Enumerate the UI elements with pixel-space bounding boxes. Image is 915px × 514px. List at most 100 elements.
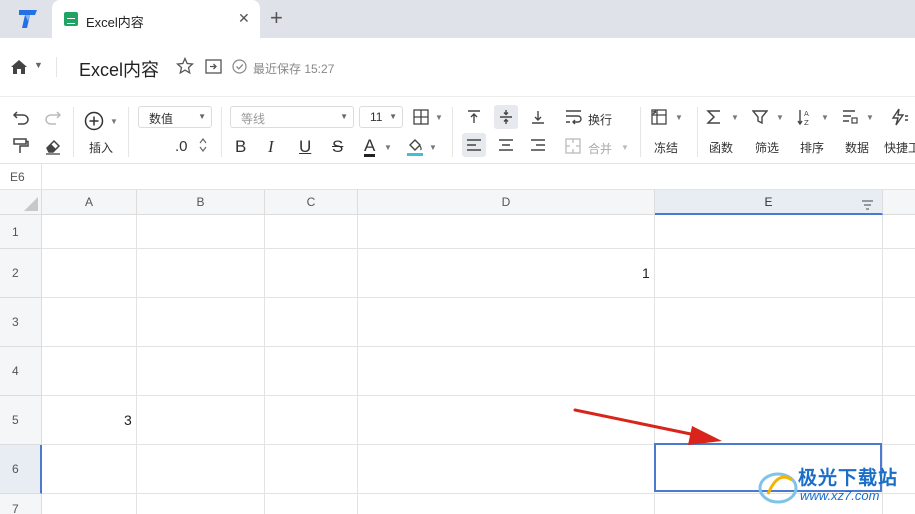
- app-logo-icon[interactable]: [16, 7, 40, 31]
- align-right-icon[interactable]: [530, 138, 546, 152]
- fill-color-chevron-icon[interactable]: ▼: [429, 143, 437, 152]
- tab-title: Excel内容: [86, 15, 144, 30]
- sort-label[interactable]: 排序: [800, 139, 824, 156]
- filter-label[interactable]: 筛选: [755, 139, 779, 156]
- divider: [128, 107, 129, 157]
- new-tab-icon[interactable]: +: [270, 6, 283, 30]
- borders-chevron-icon[interactable]: ▼: [435, 113, 443, 122]
- merge-cells-label[interactable]: 合并: [588, 140, 612, 157]
- last-saved-status: 最近保存 15:27: [253, 62, 335, 76]
- font-family-select[interactable]: 等线 ▼: [230, 106, 354, 128]
- row-header-3[interactable]: 3: [0, 298, 42, 347]
- font-color-chevron-icon[interactable]: ▼: [384, 143, 392, 152]
- column-header-b[interactable]: B: [137, 190, 265, 215]
- name-box[interactable]: E6: [0, 164, 42, 190]
- column-header-a[interactable]: A: [42, 190, 137, 215]
- sort-icon[interactable]: AZ: [797, 108, 815, 126]
- insert-button-label[interactable]: 插入: [89, 139, 113, 156]
- align-middle-icon[interactable]: [498, 109, 514, 125]
- browser-tab[interactable]: Excel内容 ✕: [52, 0, 260, 38]
- formula-bar: E6: [0, 164, 915, 190]
- wrap-text-label[interactable]: 换行: [588, 111, 612, 128]
- align-top-icon[interactable]: [466, 109, 482, 125]
- quick-tools-icon[interactable]: [890, 108, 910, 126]
- insert-chevron-icon[interactable]: ▼: [110, 117, 118, 126]
- data-label[interactable]: 数据: [845, 139, 869, 156]
- document-title[interactable]: Excel内容: [79, 56, 159, 82]
- format-painter-icon[interactable]: [12, 137, 30, 155]
- select-all-corner[interactable]: [0, 190, 42, 215]
- align-center-icon[interactable]: [498, 138, 514, 152]
- ribbon-toolbar: ▼ 插入 数值 ▼ .0 等线 ▼ 11 ▼ ▼ B I U S A ▼ ▼ 换…: [0, 96, 915, 164]
- gridline: [264, 215, 265, 514]
- column-header-c[interactable]: C: [265, 190, 358, 215]
- function-chevron-icon[interactable]: ▼: [731, 113, 739, 122]
- sheet-file-icon: [64, 12, 78, 26]
- merge-cells-icon[interactable]: [565, 138, 581, 154]
- cell-d2[interactable]: 1: [642, 265, 650, 281]
- cell-a5[interactable]: 3: [124, 412, 132, 428]
- column-header-e-label: E: [764, 195, 773, 209]
- wrap-text-icon[interactable]: [565, 109, 583, 125]
- fill-color-icon[interactable]: [406, 137, 424, 157]
- document-title-bar: ▼ Excel内容 最近保存 15:27: [0, 38, 915, 96]
- align-bottom-icon[interactable]: [530, 109, 546, 125]
- function-label[interactable]: 函数: [709, 139, 733, 156]
- divider: [640, 107, 641, 157]
- font-size-value: 11: [370, 110, 383, 124]
- home-icon[interactable]: [10, 58, 28, 76]
- close-tab-icon[interactable]: ✕: [238, 10, 250, 27]
- svg-text:Z: Z: [804, 119, 809, 126]
- gridline: [42, 346, 915, 347]
- data-tools-icon[interactable]: [842, 109, 858, 125]
- column-filter-icon[interactable]: [861, 196, 874, 210]
- row-header-7[interactable]: 7: [0, 494, 42, 514]
- underline-button[interactable]: U: [299, 138, 311, 156]
- saved-check-icon: [232, 59, 247, 74]
- insert-plus-icon[interactable]: [84, 111, 104, 131]
- row-header-2[interactable]: 2: [0, 249, 42, 298]
- borders-icon[interactable]: [413, 109, 429, 125]
- column-header-d[interactable]: D: [358, 190, 655, 215]
- star-icon[interactable]: [175, 56, 195, 75]
- gridline: [357, 215, 358, 514]
- row-header-4[interactable]: 4: [0, 347, 42, 396]
- sort-chevron-icon[interactable]: ▼: [821, 113, 829, 122]
- row-header-6[interactable]: 6: [0, 445, 42, 494]
- strikethrough-button[interactable]: S: [332, 138, 343, 156]
- bold-button[interactable]: B: [235, 138, 246, 156]
- watermark-text: 极光下载站: [798, 468, 899, 489]
- filter-chevron-icon[interactable]: ▼: [776, 113, 784, 122]
- move-to-folder-icon[interactable]: [205, 59, 222, 74]
- column-header-e[interactable]: E: [655, 190, 883, 215]
- divider: [73, 107, 74, 157]
- freeze-panes-label[interactable]: 冻结: [654, 139, 678, 156]
- row-header-5[interactable]: 5: [0, 396, 42, 445]
- decimal-stepper-icon[interactable]: [199, 137, 207, 153]
- column-header-f[interactable]: [883, 190, 915, 215]
- quick-tools-label[interactable]: 快捷工: [884, 139, 915, 156]
- sigma-function-icon[interactable]: [706, 109, 722, 125]
- gridline: [42, 248, 915, 249]
- redo-icon[interactable]: [44, 109, 62, 125]
- gridline: [136, 215, 137, 514]
- undo-icon[interactable]: [12, 109, 30, 125]
- merge-chevron-icon[interactable]: ▼: [621, 143, 629, 152]
- row-header-1[interactable]: 1: [0, 215, 42, 249]
- font-color-button[interactable]: A: [364, 137, 376, 157]
- italic-button[interactable]: I: [268, 138, 274, 156]
- filter-icon[interactable]: [752, 109, 768, 125]
- number-format-select[interactable]: 数值 ▼: [138, 106, 212, 128]
- eraser-icon[interactable]: [44, 137, 62, 155]
- gridline: [42, 297, 915, 298]
- font-size-select[interactable]: 11 ▼: [359, 106, 403, 128]
- gridline: [42, 395, 915, 396]
- home-menu-chevron-icon[interactable]: ▼: [34, 60, 43, 70]
- divider: [697, 107, 698, 157]
- data-chevron-icon[interactable]: ▼: [866, 113, 874, 122]
- svg-text:A: A: [804, 110, 809, 118]
- decimal-places-label[interactable]: .0: [175, 138, 188, 155]
- align-left-icon[interactable]: [466, 138, 482, 152]
- freeze-chevron-icon[interactable]: ▼: [675, 113, 683, 122]
- freeze-panes-icon[interactable]: [651, 109, 667, 125]
